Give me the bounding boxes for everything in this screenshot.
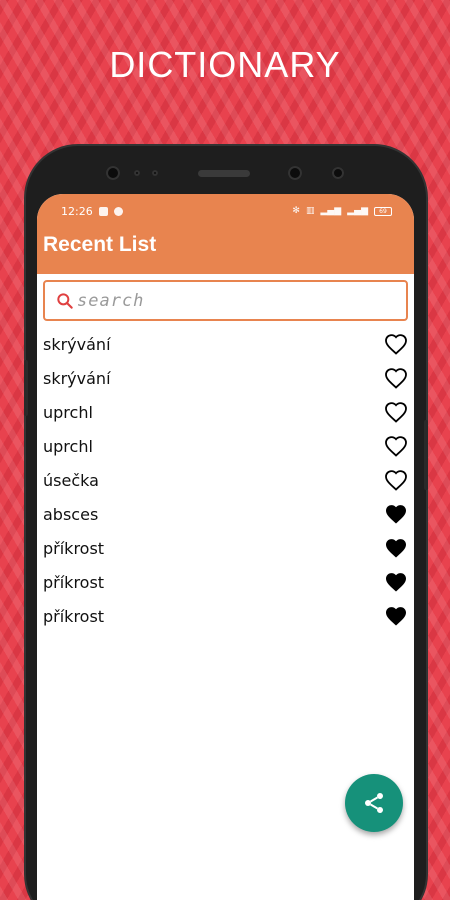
status-time: 12:26 (61, 204, 93, 218)
search-icon (57, 292, 73, 309)
word-text: příkrost (43, 572, 105, 592)
notification-icon (98, 206, 108, 216)
app-header: 12:26 ✻ ▥ ▂▄▆ ▂▄▆ 69 Recent List (37, 194, 414, 274)
power-button (424, 420, 428, 490)
signal-icon: ▂▄▆ (320, 206, 342, 216)
status-left: 12:26 (61, 205, 123, 218)
word-text: skrývání (43, 334, 111, 354)
word-text: absces (43, 504, 99, 524)
word-text: uprchl (43, 436, 93, 456)
status-right: ✻ ▥ ▂▄▆ ▂▄▆ 69 (292, 206, 392, 216)
heart-outline-icon[interactable] (384, 401, 408, 423)
list-item[interactable]: příkrost (37, 565, 414, 599)
heart-filled-icon[interactable] (384, 537, 408, 559)
search-input[interactable] (77, 290, 377, 311)
heart-filled-icon[interactable] (384, 571, 408, 593)
status-bar: 12:26 ✻ ▥ ▂▄▆ ▂▄▆ 69 (37, 194, 414, 228)
list-item[interactable]: uprchl (37, 395, 414, 429)
battery-icon: 69 (374, 206, 392, 216)
list-item[interactable]: skrývání (37, 361, 414, 395)
word-text: příkrost (43, 538, 105, 558)
sensor (152, 170, 158, 176)
front-camera (288, 166, 302, 180)
heart-filled-icon[interactable] (384, 503, 408, 525)
word-text: příkrost (43, 606, 105, 626)
list-item[interactable]: skrývání (37, 327, 414, 361)
list-item[interactable]: příkrost (37, 531, 414, 565)
sensor (332, 167, 344, 179)
bluetooth-icon: ✻ (292, 206, 300, 216)
app-screen: 12:26 ✻ ▥ ▂▄▆ ▂▄▆ 69 Recent List skrýván… (37, 194, 414, 900)
heart-outline-icon[interactable] (384, 333, 408, 355)
word-text: skrývání (43, 368, 111, 388)
notification-icon (113, 206, 123, 216)
list-item[interactable]: uprchl (37, 429, 414, 463)
front-camera (106, 166, 120, 180)
search-box[interactable] (43, 280, 408, 321)
volume-button (24, 360, 28, 416)
vibrate-icon: ▥ (305, 206, 315, 216)
list-item[interactable]: absces (37, 497, 414, 531)
promo-title: DICTIONARY (109, 44, 341, 85)
phone-speaker (198, 170, 250, 177)
word-text: uprchl (43, 402, 93, 422)
heart-filled-icon[interactable] (384, 605, 408, 627)
share-icon (365, 793, 383, 813)
heart-outline-icon[interactable] (384, 435, 408, 457)
signal-icon: ▂▄▆ (347, 206, 368, 216)
word-text: úsečka (43, 470, 99, 490)
heart-outline-icon[interactable] (384, 367, 408, 389)
share-button[interactable] (345, 774, 403, 832)
recent-word-list: skrývání skrývání uprchl uprchl úsečka absces… (37, 327, 414, 633)
list-item[interactable]: úsečka (37, 463, 414, 497)
heart-outline-icon[interactable] (384, 469, 408, 491)
sensor (134, 170, 140, 176)
page-title: Recent List (43, 233, 157, 256)
list-item[interactable]: příkrost (37, 599, 414, 633)
